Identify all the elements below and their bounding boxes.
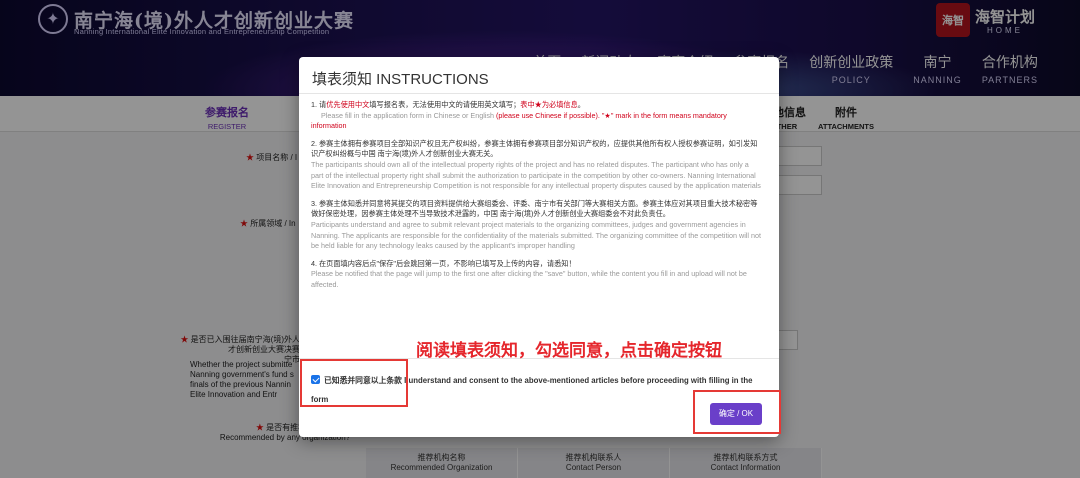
instruction-1-en: Please fill in the application form in C… [321, 110, 496, 120]
instruction-4-cn: 4. 在页面填内容后点"保存"后会跳回第一页，不影响已填写及上传的内容，请悉知！ [311, 258, 576, 268]
instruction-3-en: Participants understand and agree to sub… [311, 219, 761, 251]
instruction-2-cn: 2. 参赛主体拥有参赛项目全部知识产权且无产权纠纷，参赛主体拥有参赛项目部分知识… [311, 138, 758, 159]
instruction-1-cn-red: 优先使用中文 [326, 100, 370, 109]
instruction-2: 2. 参赛主体拥有参赛项目全部知识产权且无产权纠纷，参赛主体拥有参赛项目部分知识… [311, 139, 761, 192]
instruction-1-cn-post: 。 [577, 100, 585, 109]
instruction-1-cn-mid: 填写报名表，无法使用中文的请使用英文填写； [369, 100, 521, 109]
instruction-1-cn-required: 表中★为必填信息 [520, 100, 578, 109]
instruction-3: 3. 参赛主体知悉并同意将其提交的项目资料提供给大赛组委会、评委、南宁市有关部门… [311, 199, 761, 252]
instruction-3-cn: 3. 参赛主体知悉并同意将其提交的项目资料提供给大赛组委会、评委、南宁市有关部门… [311, 198, 758, 219]
instruction-4: 4. 在页面填内容后点"保存"后会跳回第一页，不影响已填写及上传的内容，请悉知！… [311, 259, 761, 291]
ok-button-highlight-box [693, 390, 781, 434]
instruction-1: 1. 请优先使用中文填写报名表，无法使用中文的请使用英文填写；表中★为必填信息。… [311, 100, 761, 132]
annotation-text: 阅读填表须知，勾选同意，点击确定按钮 [416, 341, 722, 360]
instruction-1-cn-pre: 1. 请 [311, 100, 327, 109]
modal-title: 填表须知 INSTRUCTIONS [312, 71, 489, 88]
modal-body: 1. 请优先使用中文填写报名表，无法使用中文的请使用英文填写；表中★为必填信息。… [311, 100, 761, 296]
instruction-4-en: Please be notified that the page will ju… [311, 269, 747, 289]
instruction-2-en: The participants should own all of the i… [311, 159, 761, 191]
checkbox-highlight-box [300, 359, 408, 407]
modal-title-divider [299, 93, 779, 94]
